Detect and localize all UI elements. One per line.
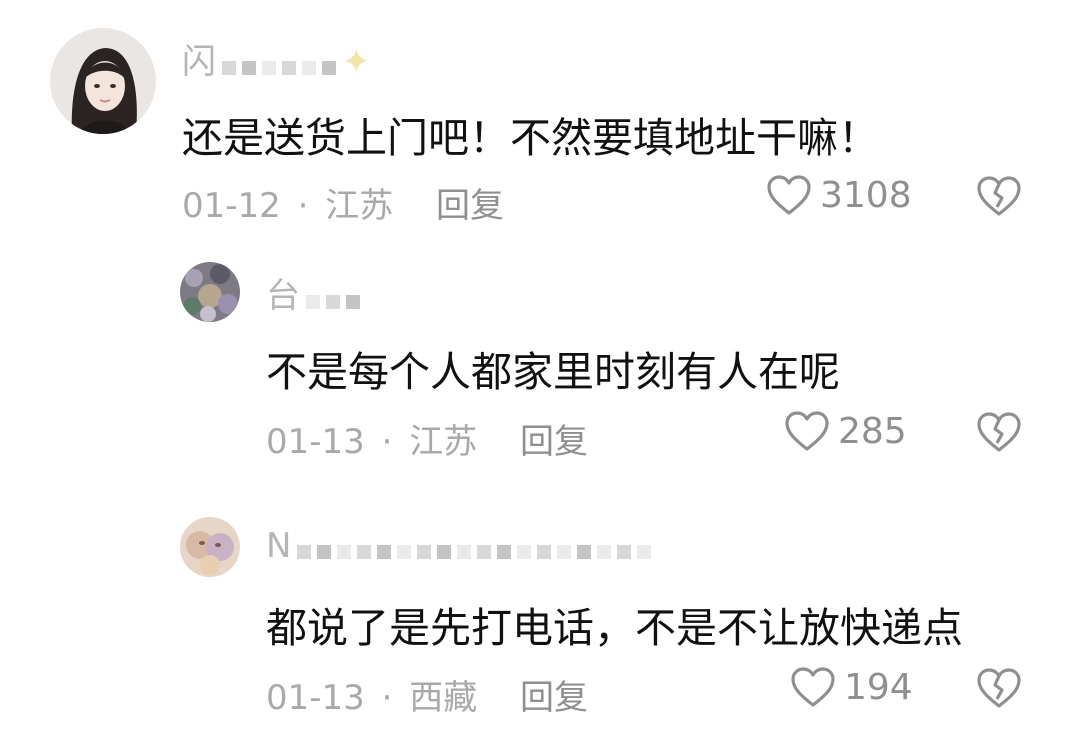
avatar[interactable] — [50, 28, 156, 134]
broken-heart-icon — [977, 176, 1021, 216]
dislike-button[interactable] — [976, 174, 1022, 218]
blurred-username-mosaic — [297, 528, 657, 568]
heart-outline-icon — [791, 667, 835, 707]
dislike-button[interactable] — [976, 666, 1022, 710]
like-count: 194 — [844, 666, 913, 708]
comment-meta: 01-12 · 江苏 — [182, 178, 393, 227]
comment-username[interactable]: 台 — [266, 268, 366, 318]
star-icon: ✦ — [342, 42, 373, 82]
like-button[interactable]: 3108 — [766, 174, 912, 216]
comment-date: 01-12 — [182, 186, 281, 226]
meta-separator: · — [297, 186, 309, 226]
like-button[interactable]: 194 — [790, 666, 913, 708]
like-count: 3108 — [820, 174, 912, 216]
meta-separator: · — [381, 678, 393, 718]
like-count: 285 — [838, 410, 907, 452]
reply-button[interactable]: 回复 — [436, 178, 504, 227]
comment-username[interactable]: N — [266, 526, 657, 568]
comment-location: 江苏 — [325, 186, 394, 226]
comment-location: 西藏 — [409, 678, 478, 718]
heart-outline-icon — [767, 175, 811, 215]
comment-text: 不是每个人都家里时刻有人在呢 — [266, 348, 840, 396]
comment-text: 还是送货上门吧！不然要填地址干嘛！ — [182, 114, 879, 162]
comment-date: 01-13 — [266, 678, 365, 718]
broken-heart-icon — [977, 412, 1021, 452]
meta-separator: · — [381, 422, 393, 462]
avatar[interactable] — [180, 262, 240, 322]
comment-date: 01-13 — [266, 422, 365, 462]
dislike-button[interactable] — [976, 410, 1022, 454]
comment-meta: 01-13 · 江苏 — [266, 414, 477, 463]
broken-heart-icon — [977, 668, 1021, 708]
comment-meta: 01-13 · 西藏 — [266, 670, 477, 719]
comment-location: 江苏 — [409, 422, 478, 462]
heart-outline-icon — [785, 411, 829, 451]
comment-text: 都说了是先打电话，不是不让放快递点 — [266, 604, 963, 652]
avatar[interactable] — [180, 517, 240, 577]
reply-button[interactable]: 回复 — [520, 670, 588, 719]
reply-button[interactable]: 回复 — [520, 414, 588, 463]
blurred-username-mosaic — [306, 278, 366, 318]
comment-username[interactable]: 闪 ✦ — [182, 34, 373, 84]
like-button[interactable]: 285 — [784, 410, 907, 452]
blurred-username-mosaic — [222, 44, 342, 84]
